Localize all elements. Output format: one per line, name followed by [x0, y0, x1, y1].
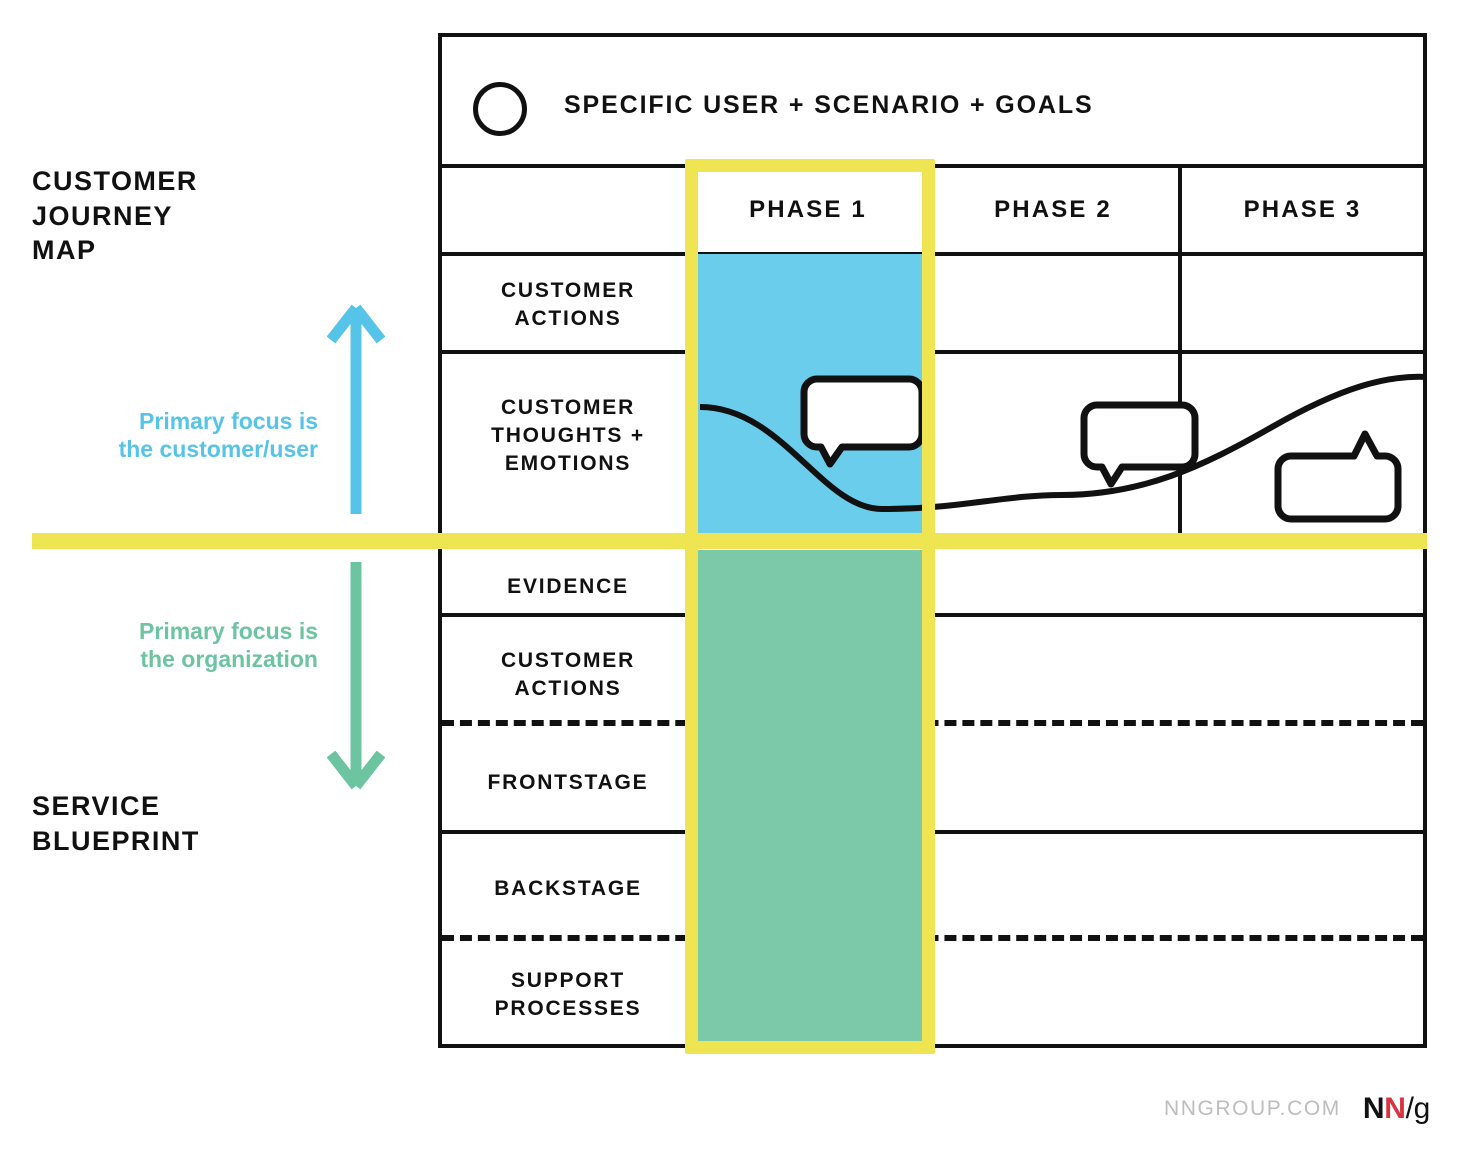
up-arrow-icon [327, 304, 385, 514]
down-arrow-icon [327, 562, 385, 790]
service-blueprint-title: SERVICE BLUEPRINT [32, 791, 200, 856]
logo-slash: / [1405, 1092, 1414, 1125]
journey-map-blueprint-diagram: CUSTOMER JOURNEY MAP SERVICE BLUEPRINT P… [0, 0, 1474, 1150]
footer: NNGROUP.COM NN/g [1164, 1094, 1430, 1124]
customer-journey-map-title: CUSTOMER JOURNEY MAP [32, 166, 198, 266]
logo-n-second: N [1384, 1092, 1406, 1125]
logo-n-first: N [1362, 1092, 1385, 1125]
nng-logo: NN/g [1363, 1094, 1430, 1124]
focus-note-organization: Primary focus is the organization [139, 618, 318, 673]
thought-bubble-phase-3 [1274, 430, 1402, 523]
footer-url: NNGROUP.COM [1164, 1097, 1341, 1120]
thought-bubble-phase-1 [800, 375, 926, 468]
line-of-separation-highlight [32, 533, 1427, 549]
focus-note-customer: Primary focus is the customer/user [118, 408, 318, 463]
logo-g: g [1413, 1092, 1431, 1125]
